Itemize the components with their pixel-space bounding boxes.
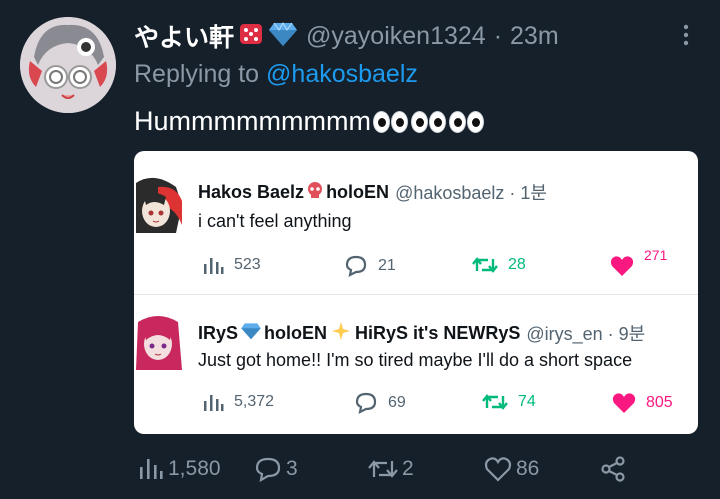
retweet-button[interactable]: 2 bbox=[368, 452, 414, 486]
views-count: 5,372 bbox=[234, 393, 275, 410]
quoted-handle[interactable]: @irys_en · 9분 bbox=[526, 320, 645, 346]
like-icon bbox=[484, 457, 512, 482]
views-count: 1,580 bbox=[168, 457, 221, 480]
share-icon bbox=[601, 456, 625, 482]
likes-count: 271 bbox=[644, 247, 668, 261]
quoted-affiliation: holoEN bbox=[326, 181, 390, 202]
retweets-count: 74 bbox=[518, 393, 536, 410]
attached-image[interactable]: Hakos Baelz holoEN @hakosbaelz · 1분 i ca… bbox=[134, 151, 698, 434]
quoted-tweet: IRyS holoEN HiRyS it's NEWRyS @irys_en ·… bbox=[134, 294, 698, 434]
quoted-retweet[interactable]: 28 bbox=[472, 255, 526, 275]
sparkles-emoji bbox=[331, 321, 351, 346]
quoted-display-extra: HiRyS it's NEWRyS bbox=[355, 322, 521, 343]
quoted-like[interactable]: 271 bbox=[610, 247, 667, 277]
reply-button[interactable]: 3 bbox=[254, 452, 298, 486]
quoted-header: Hakos Baelz holoEN @hakosbaelz · 1분 bbox=[198, 179, 547, 205]
quoted-like[interactable]: 805 bbox=[612, 392, 673, 414]
retweet-icon bbox=[482, 394, 508, 410]
views-count: 523 bbox=[234, 256, 261, 273]
likes-count: 86 bbox=[516, 457, 540, 480]
quoted-avatar bbox=[136, 175, 182, 233]
quoted-reply[interactable]: 21 bbox=[344, 255, 396, 277]
reply-mention[interactable]: @hakosbaelz bbox=[266, 60, 418, 88]
views-button[interactable]: 1,580 bbox=[138, 452, 221, 486]
reply-icon bbox=[355, 392, 377, 414]
quoted-avatar bbox=[136, 312, 182, 370]
reply-context: Replying to @hakosbaelz bbox=[134, 60, 418, 89]
tweet-actions: 1,580 3 2 86 bbox=[134, 452, 714, 486]
like-icon bbox=[612, 393, 636, 413]
retweets-count: 28 bbox=[508, 256, 526, 273]
quoted-text: i can't feel anything bbox=[198, 211, 352, 231]
gem-emoji bbox=[268, 21, 298, 52]
display-name[interactable]: やよい軒 bbox=[134, 18, 234, 54]
quoted-tweet: Hakos Baelz holoEN @hakosbaelz · 1분 i ca… bbox=[134, 151, 698, 294]
quoted-reply[interactable]: 69 bbox=[354, 392, 406, 414]
replies-count: 21 bbox=[378, 257, 396, 274]
views-icon bbox=[204, 258, 224, 274]
quoted-name[interactable]: IRyS bbox=[198, 323, 238, 344]
views-icon bbox=[204, 395, 224, 411]
gem-emoji bbox=[240, 322, 262, 345]
quoted-actions: 523 21 28 271 bbox=[198, 247, 698, 279]
quoted-actions: 5,372 69 74 805 bbox=[198, 392, 698, 416]
eyes-emoji bbox=[372, 110, 409, 133]
quoted-views[interactable]: 5,372 bbox=[202, 392, 274, 412]
tweet-body: Hummmmmmmmm bbox=[134, 106, 371, 136]
handle[interactable]: @yayoiken1324 bbox=[306, 22, 486, 51]
likes-count: 805 bbox=[646, 394, 673, 411]
replies-count: 69 bbox=[388, 394, 406, 411]
eyes-emoji bbox=[410, 110, 447, 133]
quoted-header: IRyS holoEN HiRyS it's NEWRyS @irys_en ·… bbox=[198, 320, 645, 346]
tweet-header: やよい軒 @yayoiken1324 · 23m bbox=[134, 20, 559, 52]
eyes-emoji bbox=[448, 110, 485, 133]
more-icon[interactable] bbox=[676, 22, 696, 48]
views-icon bbox=[140, 459, 163, 479]
share-button[interactable] bbox=[600, 452, 626, 486]
reply-icon bbox=[345, 255, 367, 277]
separator-dot: · bbox=[493, 21, 503, 50]
quoted-views[interactable]: 523 bbox=[202, 255, 261, 275]
quoted-affiliation: holoEN bbox=[264, 322, 328, 343]
quoted-name[interactable]: Hakos Baelz bbox=[198, 182, 304, 203]
retweet-icon bbox=[368, 460, 398, 478]
timestamp[interactable]: 23m bbox=[510, 22, 559, 51]
retweets-count: 2 bbox=[402, 457, 414, 480]
skull-emoji bbox=[306, 181, 324, 204]
avatar[interactable] bbox=[20, 17, 116, 113]
reply-prefix: Replying to bbox=[134, 60, 260, 88]
retweet-icon bbox=[472, 257, 498, 273]
quoted-handle[interactable]: @hakosbaelz · 1분 bbox=[395, 179, 547, 205]
like-button[interactable]: 86 bbox=[484, 452, 539, 486]
quoted-text: Just got home!! I'm so tired maybe I'll … bbox=[198, 350, 633, 370]
tweet-text: Hummmmmmmmm bbox=[134, 106, 487, 137]
eyes-emoji-group bbox=[372, 110, 487, 133]
quoted-retweet[interactable]: 74 bbox=[482, 392, 536, 412]
replies-count: 3 bbox=[286, 457, 298, 480]
like-icon bbox=[610, 256, 634, 276]
die-emoji bbox=[238, 21, 264, 52]
reply-icon bbox=[255, 457, 281, 482]
